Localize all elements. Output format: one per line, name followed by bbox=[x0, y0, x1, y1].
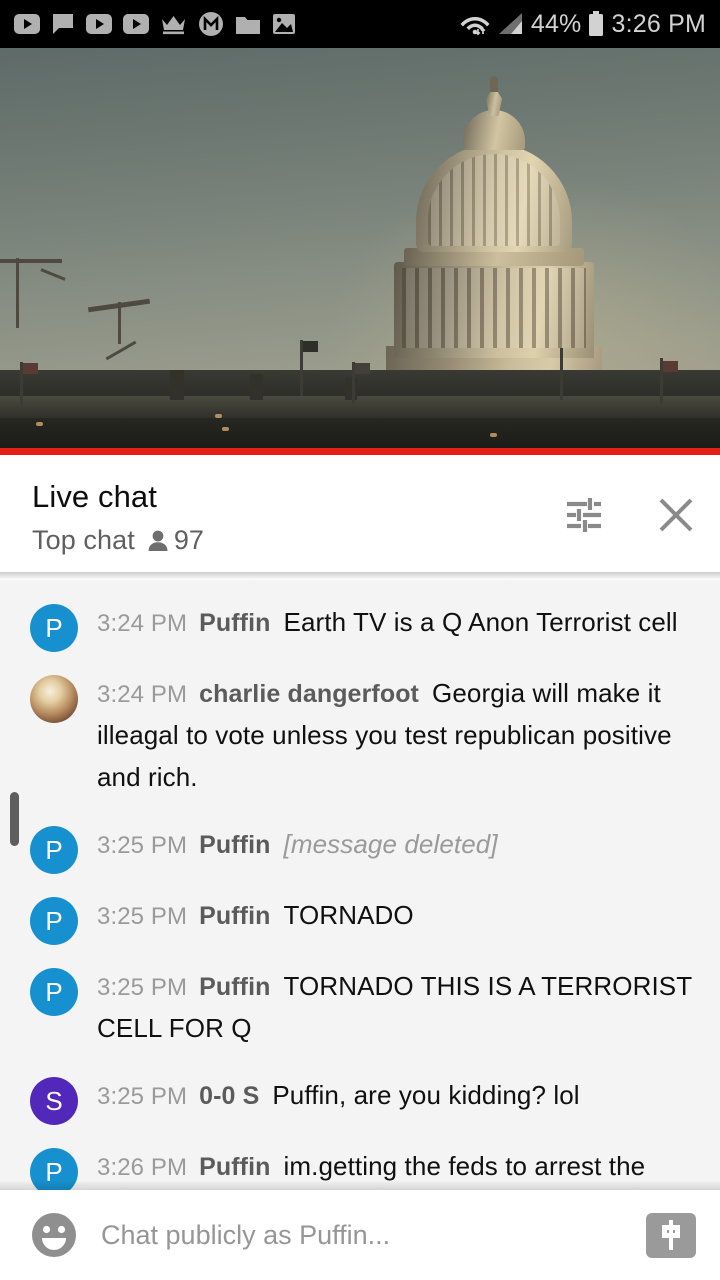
message-timestamp: 3:24 PM bbox=[97, 610, 188, 637]
construction-crane bbox=[16, 258, 19, 328]
chat-message-row[interactable]: 3:24 PM charlie dangerfoot Georgia will … bbox=[0, 663, 720, 814]
emoji-smiley-icon[interactable] bbox=[30, 1211, 78, 1259]
chat-message-row[interactable]: P 3:25 PM Puffin TORNADO bbox=[0, 885, 720, 956]
message-timestamp: 3:26 PM bbox=[97, 1154, 188, 1181]
message-author[interactable]: Puffin bbox=[199, 831, 270, 859]
status-bar-clock: 3:26 PM bbox=[611, 9, 706, 38]
message-content: 3:24 PM Puffin Earth TV is a Q Anon Terr… bbox=[97, 603, 678, 648]
chat-message-row[interactable]: P 3:25 PM Puffin TORNADO THIS IS A TERRO… bbox=[0, 956, 720, 1065]
avatar[interactable]: P bbox=[30, 897, 78, 945]
message-content: 3:25 PM Puffin [message deleted] bbox=[97, 825, 498, 870]
viewer-count-label: 97 bbox=[173, 525, 204, 555]
chat-message-row[interactable]: P 3:24 PM Puffin Earth TV is a Q Anon Te… bbox=[0, 592, 720, 663]
youtube-play-icon-3 bbox=[123, 14, 149, 34]
viewer-count: 97 bbox=[147, 525, 204, 556]
message-content: 3:25 PM Puffin TORNADO bbox=[97, 896, 414, 941]
battery-percent-label: 44% bbox=[530, 9, 582, 38]
tune-settings-icon[interactable] bbox=[564, 496, 604, 534]
avatar[interactable]: P bbox=[30, 826, 78, 874]
message-content: 3:25 PM Puffin TORNADO THIS IS A TERRORI… bbox=[97, 967, 697, 1054]
live-chat-subtitle: Top chat 97 bbox=[32, 525, 204, 556]
message-author[interactable]: Puffin bbox=[199, 902, 270, 930]
chat-scrollbar-thumb[interactable] bbox=[10, 792, 19, 846]
message-author[interactable]: Puffin bbox=[199, 1153, 270, 1181]
status-bar-system-icons: 44% 3:26 PM bbox=[459, 10, 706, 39]
battery-icon bbox=[589, 11, 604, 36]
message-text: [message deleted] bbox=[283, 829, 498, 859]
cellular-signal-icon bbox=[498, 13, 522, 34]
avatar[interactable]: P bbox=[30, 968, 78, 1016]
message-text: TORNADO bbox=[283, 900, 414, 930]
avatar[interactable] bbox=[30, 675, 78, 723]
status-bar: 44% 3:26 PM bbox=[0, 0, 720, 48]
m-circle-icon bbox=[199, 12, 223, 36]
header-divider bbox=[0, 572, 720, 580]
chat-message-list[interactable]: P 3:24 PM Puffin Earth TV is a Q Anon Te… bbox=[0, 580, 720, 1190]
foreground-rooftop bbox=[0, 396, 720, 418]
live-chat-titles: Live chat Top chat 97 bbox=[32, 477, 204, 556]
message-author[interactable]: Puffin bbox=[199, 609, 270, 637]
crown-icon bbox=[162, 16, 185, 35]
wifi-icon bbox=[460, 17, 490, 36]
chat-input-bar bbox=[0, 1190, 720, 1280]
chat-bubble-icon bbox=[53, 14, 73, 34]
message-timestamp: 3:25 PM bbox=[97, 903, 188, 930]
live-chat-actions bbox=[564, 477, 696, 535]
live-chat-header: Live chat Top chat 97 bbox=[0, 455, 720, 572]
image-icon bbox=[273, 14, 295, 34]
message-author[interactable]: 0-0 S bbox=[199, 1082, 259, 1110]
message-content: 3:25 PM 0-0 S Puffin, are you kidding? l… bbox=[97, 1076, 580, 1121]
status-bar-notification-icons bbox=[14, 11, 296, 37]
youtube-play-icon-2 bbox=[86, 14, 112, 34]
message-author[interactable]: Puffin bbox=[199, 973, 270, 1001]
youtube-play-icon bbox=[14, 14, 40, 34]
message-text: Earth TV is a Q Anon Terrorist cell bbox=[283, 607, 678, 637]
dollar-superchat-icon[interactable] bbox=[646, 1212, 696, 1258]
message-timestamp: 3:25 PM bbox=[97, 974, 188, 1001]
live-chat-title: Live chat bbox=[32, 479, 157, 514]
chat-mode-label[interactable]: Top chat bbox=[32, 525, 135, 556]
message-timestamp: 3:24 PM bbox=[97, 681, 188, 708]
close-icon[interactable] bbox=[656, 495, 696, 535]
message-content: 3:24 PM charlie dangerfoot Georgia will … bbox=[97, 674, 697, 803]
message-text: Puffin, are you kidding? lol bbox=[272, 1080, 580, 1110]
folder-icon bbox=[236, 16, 260, 34]
video-progress-bar[interactable] bbox=[0, 448, 720, 455]
message-author[interactable]: charlie dangerfoot bbox=[199, 680, 419, 708]
video-player[interactable] bbox=[0, 48, 720, 448]
avatar[interactable]: P bbox=[30, 604, 78, 652]
chat-input-field[interactable] bbox=[101, 1219, 630, 1251]
chat-message-row[interactable]: S 3:25 PM 0-0 S Puffin, are you kidding?… bbox=[0, 1065, 720, 1136]
person-icon bbox=[148, 530, 168, 551]
list-bottom-shadow bbox=[0, 1180, 720, 1190]
avatar[interactable]: S bbox=[30, 1077, 78, 1125]
message-timestamp: 3:25 PM bbox=[97, 1083, 188, 1110]
message-timestamp: 3:25 PM bbox=[97, 832, 188, 859]
chat-message-row[interactable]: P 3:25 PM Puffin [message deleted] bbox=[0, 814, 720, 885]
